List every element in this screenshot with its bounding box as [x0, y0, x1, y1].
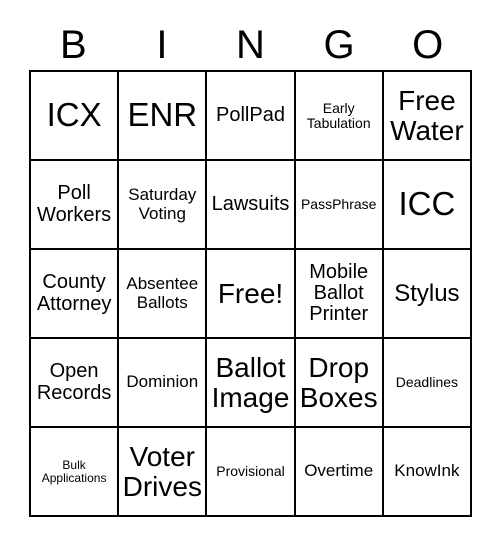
bingo-cell[interactable]: Saturday Voting	[119, 161, 208, 250]
bingo-cell-label: Open Records	[36, 360, 112, 404]
bingo-cell-label: Saturday Voting	[128, 185, 197, 223]
bingo-cell-label: Absentee Ballots	[126, 274, 199, 312]
bingo-cell-label: Deadlines	[395, 374, 459, 391]
bingo-cell[interactable]: Dominion	[119, 339, 208, 428]
bingo-cell-free-space[interactable]: Free!	[207, 250, 296, 339]
bingo-cell-label: PollPad	[216, 103, 285, 126]
bingo-cell-label: Provisional	[216, 463, 285, 480]
bingo-cell[interactable]: ICX	[31, 72, 120, 161]
bingo-header-letter-n: N	[236, 23, 265, 67]
bingo-header-letter-o: O	[412, 23, 444, 67]
bingo-cell[interactable]: PollPad	[207, 72, 296, 161]
bingo-cell-label: Ballot Image	[211, 351, 290, 413]
bingo-cell[interactable]: KnowInk	[383, 428, 472, 517]
bingo-cell[interactable]: PassPhrase	[295, 161, 384, 250]
bingo-card: B I N G O ICX ENR PollPad Early Tabulation F…	[0, 0, 500, 544]
bingo-cell-label: Voter Drives	[122, 440, 202, 502]
bingo-cell-label: Poll Workers	[37, 182, 112, 226]
bingo-cell[interactable]: Lawsuits	[207, 161, 296, 250]
bingo-cell[interactable]: ENR	[119, 72, 208, 161]
bingo-cell-label: Free!	[217, 277, 284, 309]
bingo-cell[interactable]: Early Tabulation	[295, 72, 384, 161]
bingo-header-row: B I N G O	[29, 20, 472, 70]
bingo-cell[interactable]: Voter Drives	[119, 428, 208, 517]
bingo-cell[interactable]: ICC	[383, 161, 472, 250]
bingo-cell[interactable]: Drop Boxes	[295, 339, 384, 428]
bingo-cell[interactable]: Provisional	[207, 428, 296, 517]
bingo-cell[interactable]: Ballot Image	[207, 339, 296, 428]
bingo-cell[interactable]: Open Records	[31, 339, 120, 428]
bingo-cell[interactable]: Poll Workers	[31, 161, 120, 250]
bingo-cell[interactable]: Stylus	[383, 250, 472, 339]
bingo-cell[interactable]: Free Water	[383, 72, 472, 161]
bingo-cell-label: ICX	[46, 96, 102, 134]
bingo-cell[interactable]: Overtime	[295, 428, 384, 517]
bingo-cell[interactable]: Deadlines	[383, 339, 472, 428]
bingo-cell-label: Dominion	[126, 372, 199, 392]
bingo-header-letter-g: G	[323, 23, 355, 67]
bingo-cell-label: Bulk Applications	[41, 457, 107, 485]
bingo-cell-label: Drop Boxes	[299, 351, 378, 413]
bingo-cell-label: Stylus	[394, 279, 460, 307]
bingo-cell[interactable]: County Attorney	[31, 250, 120, 339]
bingo-cell[interactable]: Absentee Ballots	[119, 250, 208, 339]
bingo-cell-label: KnowInk	[394, 461, 460, 481]
bingo-cell-label: Lawsuits	[211, 192, 290, 215]
bingo-header-letter-b: B	[59, 23, 87, 67]
bingo-header-letter-i: I	[156, 23, 168, 67]
bingo-cell-label: County Attorney	[36, 271, 112, 315]
bingo-cell-label: Overtime	[304, 461, 374, 481]
bingo-grid: ICX ENR PollPad Early Tabulation Free Water P…	[29, 70, 472, 517]
bingo-cell-label: Free Water	[390, 84, 464, 146]
bingo-cell-label: ENR	[127, 96, 198, 134]
bingo-cell-label: ICC	[398, 185, 456, 223]
bingo-cell-label: PassPhrase	[300, 196, 377, 213]
bingo-cell-label: Early Tabulation	[306, 99, 371, 131]
bingo-cell[interactable]: Bulk Applications	[31, 428, 120, 517]
bingo-cell[interactable]: Mobile Ballot Printer	[295, 250, 384, 339]
bingo-cell-label: Mobile Ballot Printer	[309, 260, 369, 326]
